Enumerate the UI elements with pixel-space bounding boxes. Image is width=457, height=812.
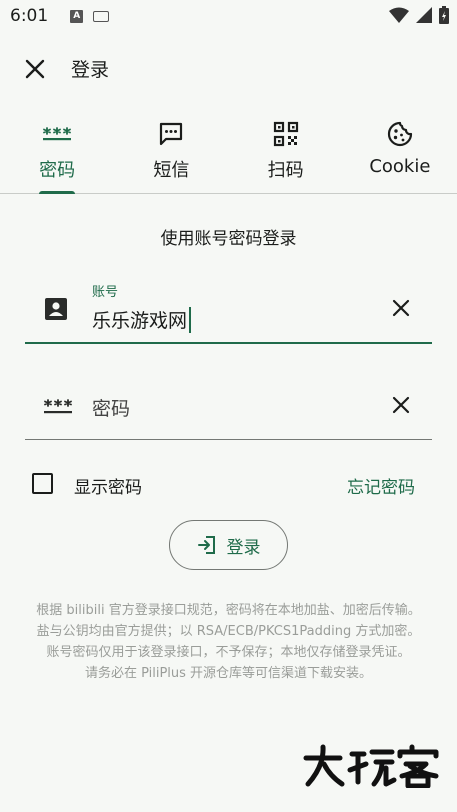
account-field-label: 账号: [92, 285, 119, 300]
status-bar: 6:01 A: [0, 0, 457, 32]
tab-label: 密码: [39, 160, 76, 181]
account-input[interactable]: 乐乐游戏网: [92, 306, 192, 333]
wifi-icon: [389, 7, 409, 23]
account-input-value: 乐乐游戏网: [92, 310, 188, 332]
note-line: 账号密码仅用于该登录接口，不予保存；本地仅存储登录凭证。: [46, 645, 411, 660]
app-bar: 登录: [0, 40, 457, 96]
status-notifications: A: [70, 9, 110, 23]
signal-icon: [416, 7, 432, 23]
clear-account-button[interactable]: [388, 295, 414, 321]
tab-password[interactable]: 密码: [0, 112, 114, 194]
password-dots-icon: [43, 394, 73, 420]
login-tabs: 密码 短信 扫码 Cookie: [0, 112, 457, 194]
account-field[interactable]: 账号 乐乐游戏网: [25, 278, 432, 344]
section-title: 使用账号密码登录: [160, 229, 297, 249]
password-input[interactable]: 密码: [92, 394, 130, 421]
show-password-label[interactable]: 显示密码: [74, 473, 142, 498]
active-tab-indicator: [39, 191, 76, 194]
tab-qr[interactable]: 扫码: [229, 112, 343, 193]
note-line: 根据 bilibili 官方登录接口规范，密码将在本地加盐、加密后传输。: [36, 603, 421, 618]
keyboard-icon: [93, 10, 110, 22]
show-password-checkbox[interactable]: [32, 473, 53, 494]
login-button-label: 登录: [226, 537, 261, 558]
page-title: 登录: [71, 59, 110, 81]
close-icon: [25, 59, 45, 79]
forgot-password-link[interactable]: 忘记密码: [347, 473, 415, 498]
password-dots-icon: [43, 127, 72, 141]
close-icon: [392, 299, 410, 317]
cookie-icon: [387, 121, 412, 147]
a-notification-icon: A: [70, 9, 84, 23]
tab-label: Cookie: [369, 156, 431, 177]
sms-icon: [160, 122, 183, 146]
close-icon: [392, 396, 410, 414]
account-box-icon: [43, 296, 69, 322]
status-indicators: [389, 6, 449, 24]
note-line: 请务必在 PiliPlus 开源仓库等可信渠道下载安装。: [84, 666, 373, 681]
watermark-logo: [303, 744, 439, 788]
tab-label: 短信: [153, 160, 190, 181]
security-notes: 根据 bilibili 官方登录接口规范，密码将在本地加盐、加密后传输。 盐与公…: [24, 600, 433, 684]
battery-icon: [439, 6, 449, 24]
options-row: 显示密码 忘记密码: [0, 470, 457, 500]
note-line: 盐与公钥均由官方提供；以 RSA/ECB/PKCS1Padding 方式加密。: [36, 624, 421, 639]
tab-label: 扫码: [267, 160, 304, 181]
text-caret: [189, 306, 192, 333]
login-button[interactable]: 登录: [169, 520, 288, 570]
tab-sms[interactable]: 短信: [114, 112, 228, 193]
login-icon: [197, 536, 215, 554]
close-button[interactable]: [18, 52, 52, 86]
qr-code-icon: [273, 121, 298, 147]
password-field[interactable]: 密码: [25, 378, 432, 440]
status-time: 6:01: [10, 6, 49, 26]
tab-cookie[interactable]: Cookie: [343, 112, 457, 193]
clear-password-button[interactable]: [388, 392, 414, 418]
